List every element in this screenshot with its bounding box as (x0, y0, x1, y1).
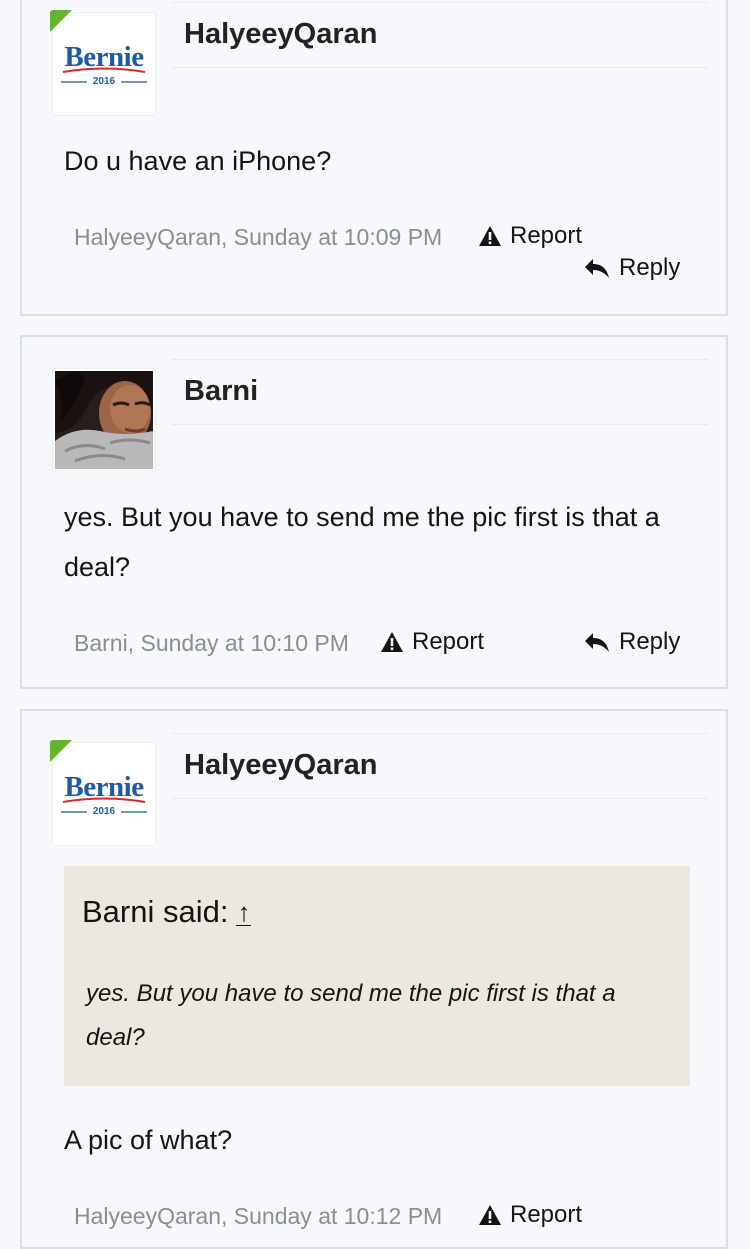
reply-arrow-icon (585, 259, 609, 278)
username-link[interactable]: Barni (184, 375, 258, 408)
username-bar: Barni (172, 359, 708, 425)
post: Bernie 2016 HalyeeyQaran Barni said: ↑ y… (20, 709, 728, 1249)
username-bar: HalyeeyQaran (172, 2, 708, 68)
warning-icon (479, 1205, 501, 1225)
report-button[interactable]: Report (478, 222, 582, 250)
report-button[interactable]: Report (380, 628, 484, 656)
quote-block: Barni said: ↑ yes. But you have to send … (64, 866, 690, 1086)
username-link[interactable]: HalyeeyQaran (184, 749, 377, 782)
post-meta[interactable]: Barni, Sunday at 10:10 PM (74, 630, 349, 657)
reply-button[interactable]: Reply (584, 254, 680, 282)
message-text: Do u have an iPhone? (64, 146, 332, 176)
post-meta[interactable]: HalyeeyQaran, Sunday at 10:12 PM (74, 1203, 442, 1230)
avatar-logo-text: Bernie (64, 41, 144, 73)
post-meta[interactable]: HalyeeyQaran, Sunday at 10:09 PM (74, 224, 442, 251)
report-label: Report (510, 222, 583, 249)
quote-text: yes. But you have to send me the pic fir… (86, 980, 616, 1051)
reply-label: Reply (619, 254, 681, 281)
post: Bernie 2016 HalyeeyQaran Do u have an iP… (20, 0, 728, 316)
avatar[interactable] (53, 369, 155, 471)
reply-button[interactable]: Reply (584, 628, 680, 656)
username-bar: HalyeeyQaran (172, 733, 708, 799)
report-button[interactable]: Report (478, 1201, 582, 1229)
reply-arrow-icon (585, 633, 609, 652)
username-link[interactable]: HalyeeyQaran (184, 18, 377, 51)
quote-header: Barni said: ↑ (82, 894, 252, 930)
report-label: Report (412, 628, 485, 655)
staff-badge-icon (50, 10, 72, 32)
quote-author: Barni said: (82, 894, 229, 929)
post: Barni yes. But you have to send me the p… (20, 335, 728, 689)
avatar-logo-year: 2016 (92, 806, 116, 817)
warning-icon (479, 226, 501, 246)
avatar-logo-text: Bernie (64, 771, 144, 803)
quote-jump-arrow-icon[interactable]: ↑ (236, 899, 252, 926)
user-photo-icon (55, 371, 153, 469)
staff-badge-icon (50, 740, 72, 762)
reply-label: Reply (619, 628, 681, 655)
warning-icon (381, 632, 403, 652)
avatar-logo-year: 2016 (92, 76, 116, 87)
message-text: A pic of what? (64, 1125, 233, 1155)
message-text: yes. But you have to send me the pic fir… (64, 502, 660, 582)
report-label: Report (510, 1201, 583, 1228)
